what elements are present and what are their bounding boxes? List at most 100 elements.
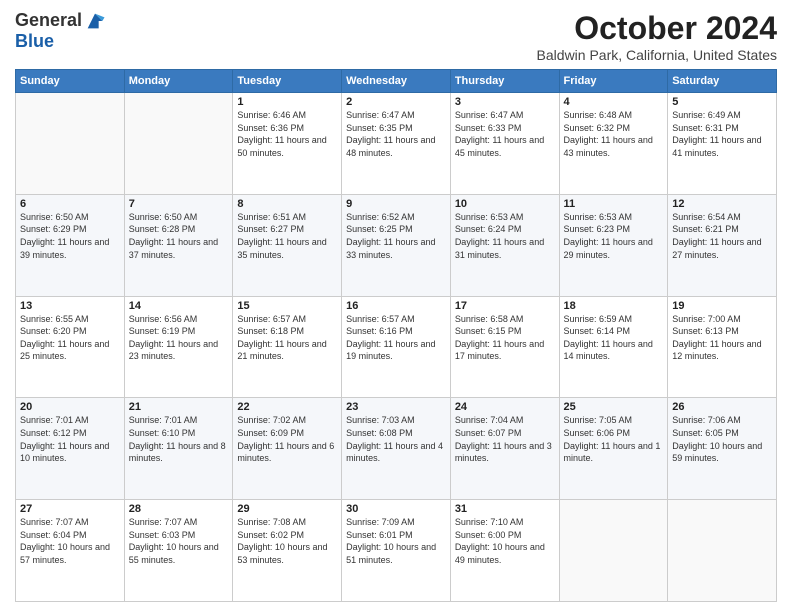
calendar-week-row: 13Sunrise: 6:55 AM Sunset: 6:20 PM Dayli…: [16, 296, 777, 398]
cell-content: Sunrise: 6:57 AM Sunset: 6:16 PM Dayligh…: [346, 313, 446, 363]
calendar-cell: 14Sunrise: 6:56 AM Sunset: 6:19 PM Dayli…: [124, 296, 233, 398]
cell-content: Sunrise: 7:01 AM Sunset: 6:10 PM Dayligh…: [129, 414, 229, 464]
cell-content: Sunrise: 6:47 AM Sunset: 6:33 PM Dayligh…: [455, 109, 555, 159]
day-number: 18: [564, 300, 664, 312]
cell-content: Sunrise: 6:56 AM Sunset: 6:19 PM Dayligh…: [129, 313, 229, 363]
calendar-cell: 28Sunrise: 7:07 AM Sunset: 6:03 PM Dayli…: [124, 500, 233, 602]
day-number: 1: [237, 96, 337, 108]
calendar-cell: 3Sunrise: 6:47 AM Sunset: 6:33 PM Daylig…: [450, 93, 559, 195]
cell-content: Sunrise: 6:51 AM Sunset: 6:27 PM Dayligh…: [237, 211, 337, 261]
calendar-cell: 26Sunrise: 7:06 AM Sunset: 6:05 PM Dayli…: [668, 398, 777, 500]
calendar-cell: [16, 93, 125, 195]
day-number: 29: [237, 503, 337, 515]
cell-content: Sunrise: 6:50 AM Sunset: 6:28 PM Dayligh…: [129, 211, 229, 261]
calendar-cell: 10Sunrise: 6:53 AM Sunset: 6:24 PM Dayli…: [450, 194, 559, 296]
cell-content: Sunrise: 7:07 AM Sunset: 6:03 PM Dayligh…: [129, 516, 229, 566]
day-number: 17: [455, 300, 555, 312]
calendar-cell: 7Sunrise: 6:50 AM Sunset: 6:28 PM Daylig…: [124, 194, 233, 296]
day-number: 6: [20, 198, 120, 210]
calendar-cell: 8Sunrise: 6:51 AM Sunset: 6:27 PM Daylig…: [233, 194, 342, 296]
cell-content: Sunrise: 7:10 AM Sunset: 6:00 PM Dayligh…: [455, 516, 555, 566]
calendar-cell: [668, 500, 777, 602]
day-number: 8: [237, 198, 337, 210]
day-number: 23: [346, 401, 446, 413]
cell-content: Sunrise: 6:57 AM Sunset: 6:18 PM Dayligh…: [237, 313, 337, 363]
calendar-cell: 18Sunrise: 6:59 AM Sunset: 6:14 PM Dayli…: [559, 296, 668, 398]
calendar-cell: 30Sunrise: 7:09 AM Sunset: 6:01 PM Dayli…: [342, 500, 451, 602]
day-number: 3: [455, 96, 555, 108]
cell-content: Sunrise: 6:53 AM Sunset: 6:24 PM Dayligh…: [455, 211, 555, 261]
weekday-header-cell: Monday: [124, 70, 233, 93]
calendar-cell: 2Sunrise: 6:47 AM Sunset: 6:35 PM Daylig…: [342, 93, 451, 195]
day-number: 16: [346, 300, 446, 312]
day-number: 5: [672, 96, 772, 108]
day-number: 31: [455, 503, 555, 515]
cell-content: Sunrise: 6:53 AM Sunset: 6:23 PM Dayligh…: [564, 211, 664, 261]
day-number: 21: [129, 401, 229, 413]
day-number: 12: [672, 198, 772, 210]
day-number: 2: [346, 96, 446, 108]
calendar-week-row: 27Sunrise: 7:07 AM Sunset: 6:04 PM Dayli…: [16, 500, 777, 602]
cell-content: Sunrise: 7:08 AM Sunset: 6:02 PM Dayligh…: [237, 516, 337, 566]
day-number: 24: [455, 401, 555, 413]
calendar-cell: 24Sunrise: 7:04 AM Sunset: 6:07 PM Dayli…: [450, 398, 559, 500]
day-number: 13: [20, 300, 120, 312]
calendar-cell: 9Sunrise: 6:52 AM Sunset: 6:25 PM Daylig…: [342, 194, 451, 296]
calendar-week-row: 6Sunrise: 6:50 AM Sunset: 6:29 PM Daylig…: [16, 194, 777, 296]
cell-content: Sunrise: 7:09 AM Sunset: 6:01 PM Dayligh…: [346, 516, 446, 566]
cell-content: Sunrise: 6:49 AM Sunset: 6:31 PM Dayligh…: [672, 109, 772, 159]
cell-content: Sunrise: 6:54 AM Sunset: 6:21 PM Dayligh…: [672, 211, 772, 261]
month-title: October 2024: [537, 10, 777, 47]
cell-content: Sunrise: 7:03 AM Sunset: 6:08 PM Dayligh…: [346, 414, 446, 464]
calendar-cell: 16Sunrise: 6:57 AM Sunset: 6:16 PM Dayli…: [342, 296, 451, 398]
weekday-header-cell: Sunday: [16, 70, 125, 93]
day-number: 11: [564, 198, 664, 210]
day-number: 30: [346, 503, 446, 515]
calendar-cell: [124, 93, 233, 195]
calendar-cell: 5Sunrise: 6:49 AM Sunset: 6:31 PM Daylig…: [668, 93, 777, 195]
location-title: Baldwin Park, California, United States: [537, 47, 777, 63]
day-number: 25: [564, 401, 664, 413]
logo-blue: Blue: [15, 31, 54, 51]
title-block: October 2024 Baldwin Park, California, U…: [537, 10, 777, 63]
day-number: 15: [237, 300, 337, 312]
calendar-cell: 17Sunrise: 6:58 AM Sunset: 6:15 PM Dayli…: [450, 296, 559, 398]
cell-content: Sunrise: 7:04 AM Sunset: 6:07 PM Dayligh…: [455, 414, 555, 464]
weekday-header-cell: Wednesday: [342, 70, 451, 93]
calendar-cell: 4Sunrise: 6:48 AM Sunset: 6:32 PM Daylig…: [559, 93, 668, 195]
calendar-week-row: 1Sunrise: 6:46 AM Sunset: 6:36 PM Daylig…: [16, 93, 777, 195]
cell-content: Sunrise: 7:05 AM Sunset: 6:06 PM Dayligh…: [564, 414, 664, 464]
cell-content: Sunrise: 6:58 AM Sunset: 6:15 PM Dayligh…: [455, 313, 555, 363]
weekday-header-cell: Saturday: [668, 70, 777, 93]
calendar-cell: 23Sunrise: 7:03 AM Sunset: 6:08 PM Dayli…: [342, 398, 451, 500]
calendar-cell: 6Sunrise: 6:50 AM Sunset: 6:29 PM Daylig…: [16, 194, 125, 296]
day-number: 20: [20, 401, 120, 413]
logo-general: General: [15, 11, 82, 31]
page: General Blue October 2024 Baldwin Park, …: [0, 0, 792, 612]
day-number: 10: [455, 198, 555, 210]
cell-content: Sunrise: 7:02 AM Sunset: 6:09 PM Dayligh…: [237, 414, 337, 464]
cell-content: Sunrise: 7:00 AM Sunset: 6:13 PM Dayligh…: [672, 313, 772, 363]
day-number: 14: [129, 300, 229, 312]
logo-icon: [84, 10, 106, 32]
day-number: 27: [20, 503, 120, 515]
calendar-cell: 20Sunrise: 7:01 AM Sunset: 6:12 PM Dayli…: [16, 398, 125, 500]
weekday-header-row: SundayMondayTuesdayWednesdayThursdayFrid…: [16, 70, 777, 93]
calendar-week-row: 20Sunrise: 7:01 AM Sunset: 6:12 PM Dayli…: [16, 398, 777, 500]
calendar-cell: 13Sunrise: 6:55 AM Sunset: 6:20 PM Dayli…: [16, 296, 125, 398]
day-number: 22: [237, 401, 337, 413]
day-number: 4: [564, 96, 664, 108]
day-number: 7: [129, 198, 229, 210]
weekday-header-cell: Tuesday: [233, 70, 342, 93]
cell-content: Sunrise: 7:06 AM Sunset: 6:05 PM Dayligh…: [672, 414, 772, 464]
calendar-table: SundayMondayTuesdayWednesdayThursdayFrid…: [15, 69, 777, 602]
calendar-cell: 27Sunrise: 7:07 AM Sunset: 6:04 PM Dayli…: [16, 500, 125, 602]
cell-content: Sunrise: 6:52 AM Sunset: 6:25 PM Dayligh…: [346, 211, 446, 261]
calendar-cell: 21Sunrise: 7:01 AM Sunset: 6:10 PM Dayli…: [124, 398, 233, 500]
weekday-header-cell: Friday: [559, 70, 668, 93]
calendar-cell: 1Sunrise: 6:46 AM Sunset: 6:36 PM Daylig…: [233, 93, 342, 195]
cell-content: Sunrise: 6:47 AM Sunset: 6:35 PM Dayligh…: [346, 109, 446, 159]
cell-content: Sunrise: 6:46 AM Sunset: 6:36 PM Dayligh…: [237, 109, 337, 159]
calendar-cell: 25Sunrise: 7:05 AM Sunset: 6:06 PM Dayli…: [559, 398, 668, 500]
cell-content: Sunrise: 6:59 AM Sunset: 6:14 PM Dayligh…: [564, 313, 664, 363]
